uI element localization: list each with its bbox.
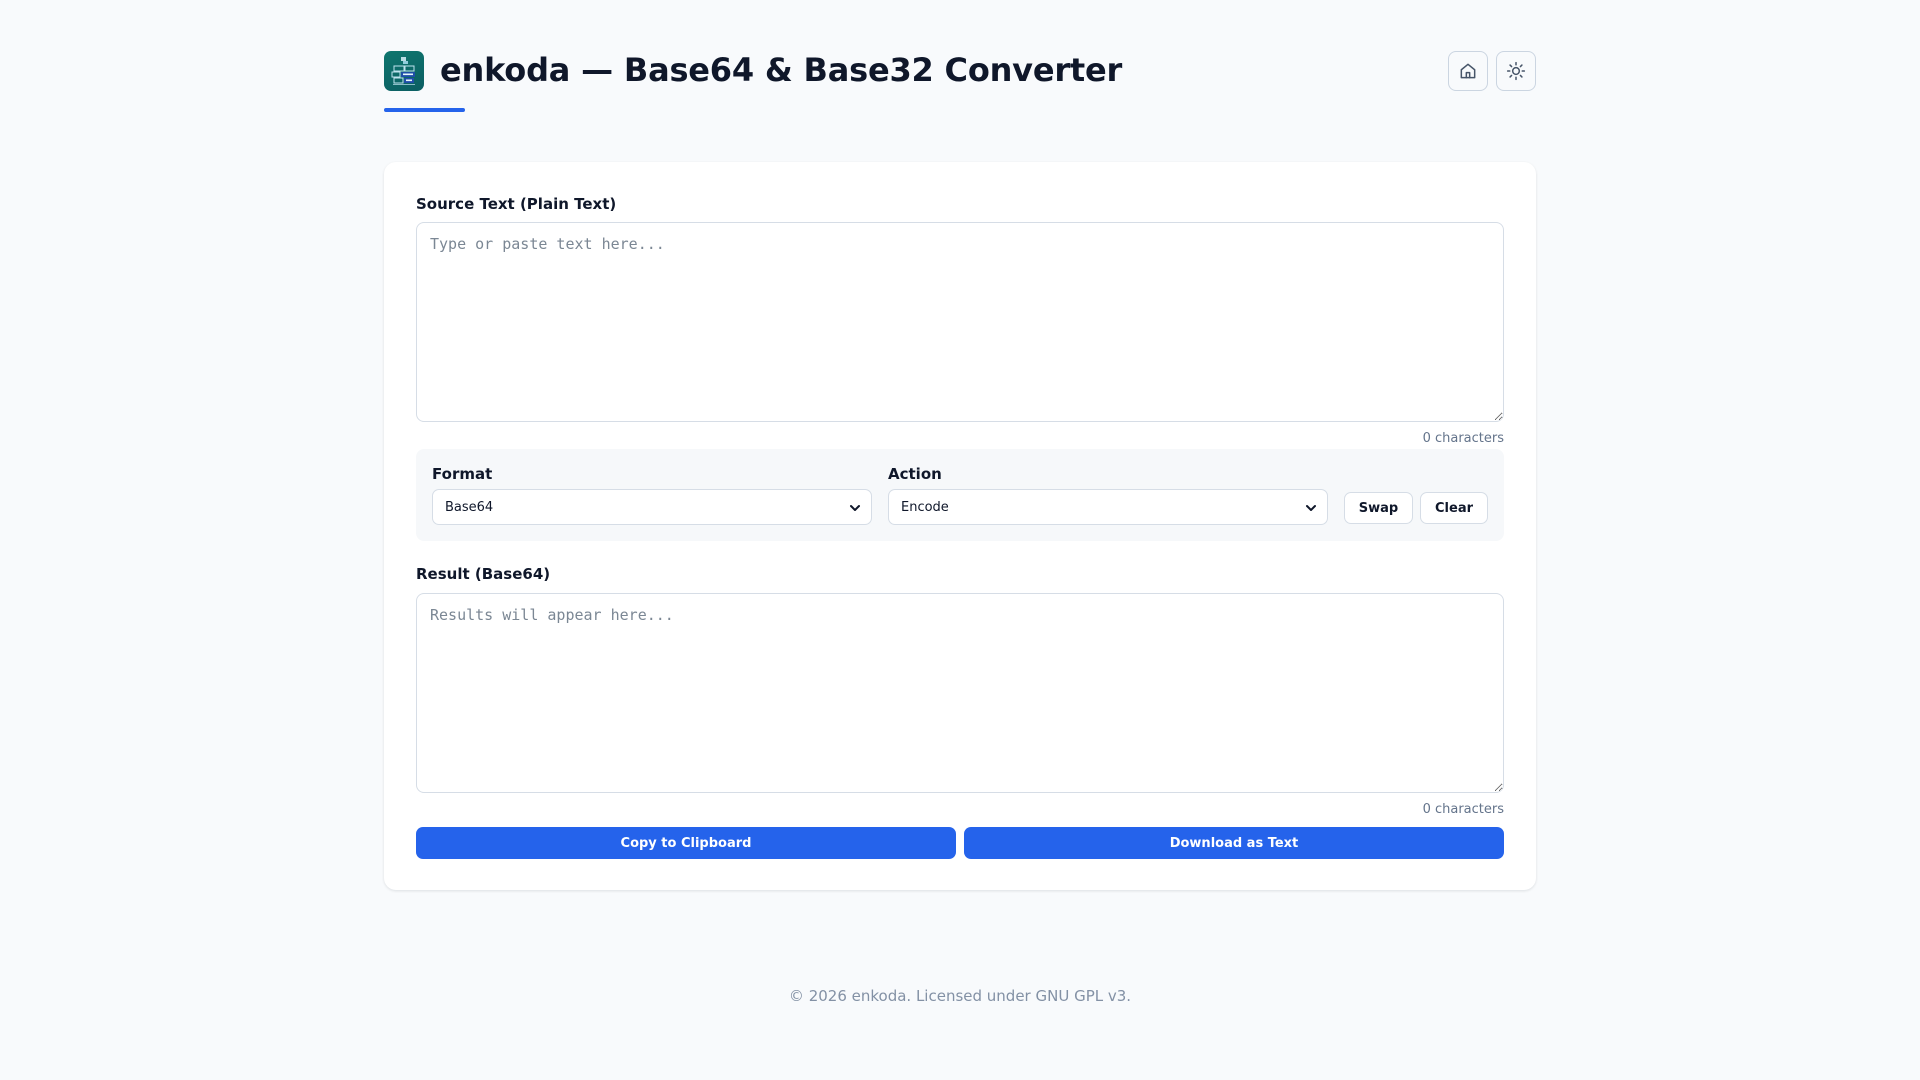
source-textarea[interactable] (416, 222, 1504, 422)
result-label: Result (Base64) (416, 565, 551, 583)
title-underline (384, 108, 465, 112)
home-button[interactable] (1448, 51, 1488, 91)
action-label: Action (888, 465, 942, 483)
converter-card: Source Text (Plain Text) 0 characters Fo… (384, 162, 1536, 890)
page-header: enkoda — Base64 & Base32 Converter (384, 0, 1536, 162)
theme-toggle-button[interactable] (1496, 51, 1536, 91)
format-select[interactable]: Base64 (432, 489, 872, 525)
app-logo (384, 51, 424, 91)
copy-to-clipboard-button[interactable]: Copy to Clipboard (416, 827, 956, 859)
page-title: enkoda — Base64 & Base32 Converter (440, 51, 1123, 89)
action-select-value: Encode (901, 499, 949, 515)
chevron-down-icon (850, 505, 860, 511)
home-icon (1460, 63, 1476, 79)
format-select-value: Base64 (445, 499, 494, 515)
source-char-count: 0 characters (1422, 431, 1504, 446)
swap-button[interactable]: Swap (1344, 492, 1413, 524)
format-label: Format (432, 465, 493, 483)
sun-icon (1506, 61, 1526, 81)
result-char-count: 0 characters (1422, 802, 1504, 817)
app-container: enkoda — Base64 & Base32 Converter Sourc… (384, 0, 1536, 890)
download-as-text-button[interactable]: Download as Text (964, 827, 1504, 859)
controls-panel: Format Base64 Action Encode Swap Clear (416, 449, 1504, 541)
binary-blocks-icon (391, 57, 415, 85)
result-textarea[interactable] (416, 593, 1504, 793)
clear-button[interactable]: Clear (1420, 492, 1488, 524)
action-select[interactable]: Encode (888, 489, 1328, 525)
chevron-down-icon (1306, 505, 1316, 511)
source-label: Source Text (Plain Text) (416, 195, 617, 213)
footer-text: © 2026 enkoda. Licensed under GNU GPL v3… (788, 987, 1132, 1005)
